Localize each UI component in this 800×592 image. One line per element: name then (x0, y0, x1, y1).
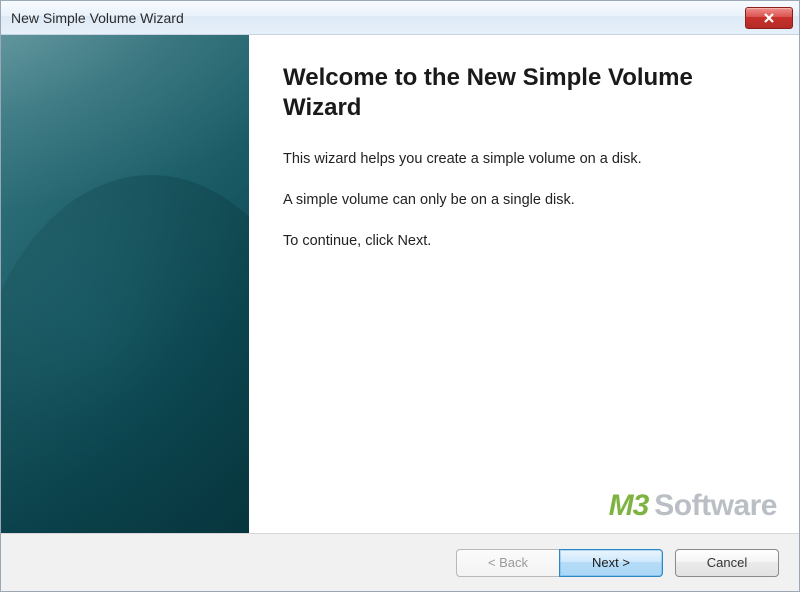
window-title: New Simple Volume Wizard (11, 10, 184, 26)
cancel-button[interactable]: Cancel (675, 549, 779, 577)
wizard-heading: Welcome to the New Simple Volume Wizard (283, 63, 761, 123)
wizard-content: Welcome to the New Simple Volume Wizard … (249, 35, 799, 533)
button-bar: < Back Next > Cancel (1, 533, 799, 591)
close-button[interactable] (745, 7, 793, 29)
wizard-body: Welcome to the New Simple Volume Wizard … (1, 35, 799, 533)
nav-button-group: < Back Next > (456, 549, 663, 577)
close-icon (763, 12, 775, 24)
wizard-paragraph-3: To continue, click Next. (283, 231, 761, 252)
wizard-side-graphic (1, 35, 249, 533)
wizard-paragraph-1: This wizard helps you create a simple vo… (283, 149, 761, 170)
wizard-window: New Simple Volume Wizard Welcome to the … (0, 0, 800, 592)
titlebar: New Simple Volume Wizard (1, 1, 799, 35)
back-button: < Back (456, 549, 560, 577)
wizard-paragraph-2: A simple volume can only be on a single … (283, 190, 761, 211)
watermark-word: Software (654, 489, 777, 523)
watermark-brand: M3 (609, 489, 649, 523)
next-button[interactable]: Next > (559, 549, 663, 577)
watermark: M3 Software (609, 489, 777, 523)
